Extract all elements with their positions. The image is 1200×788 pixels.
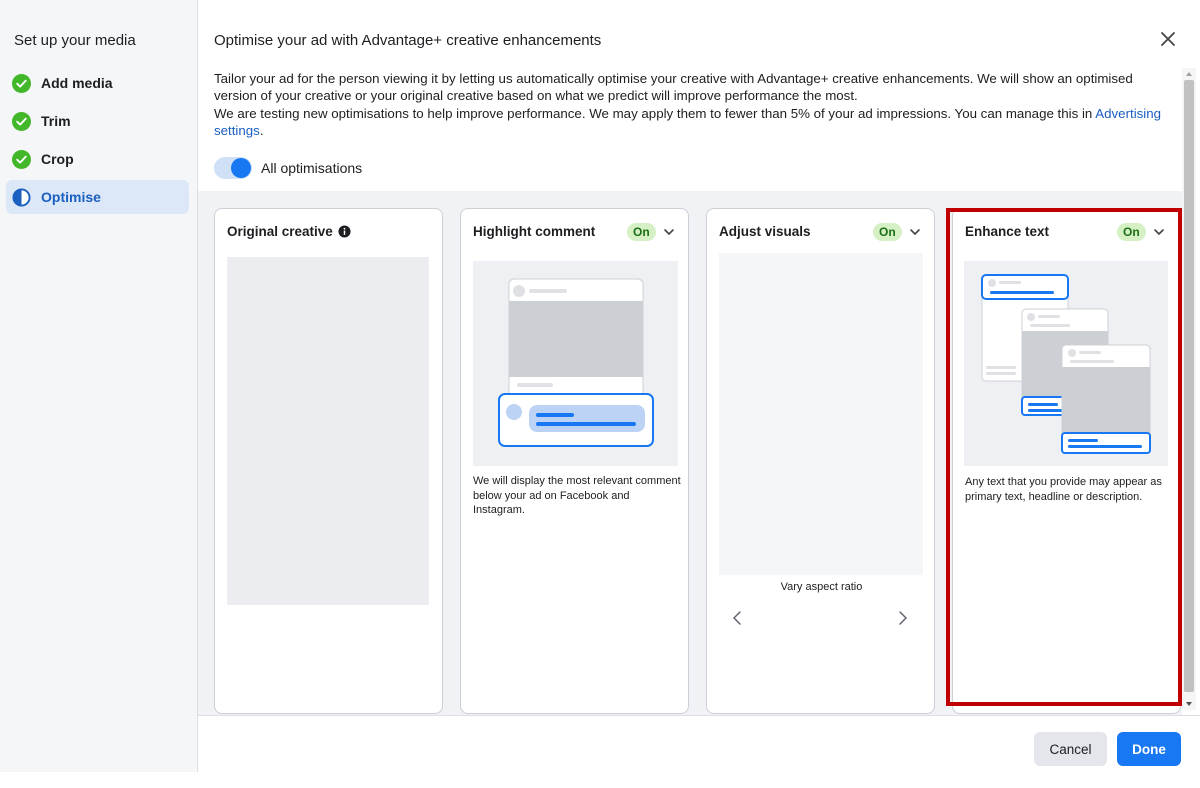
status-badge: On [1117,223,1146,241]
card-title: Adjust visuals [719,224,811,239]
description: Tailor your ad for the person viewing it… [214,70,1174,139]
step-trim[interactable]: Trim [6,104,189,138]
chevron-down-icon[interactable] [1152,225,1166,239]
check-circle-icon [12,111,31,131]
step-optimise[interactable]: Optimise [6,180,189,214]
check-circle-icon [12,73,31,93]
adjust-visuals-preview [719,253,923,575]
scroll-down-arrow-icon[interactable] [1185,700,1193,708]
done-button[interactable]: Done [1117,732,1181,766]
step-label: Crop [41,150,74,167]
scroll-thumb[interactable] [1184,80,1194,692]
highlight-comment-illustration [473,261,678,466]
step-label: Add media [41,74,113,91]
card-description: Any text that you provide may appear as … [965,476,1162,503]
chevron-right-icon[interactable] [896,609,910,627]
scrollbar[interactable] [1182,68,1196,710]
cancel-button[interactable]: Cancel [1034,732,1107,766]
description-text-2: We are testing new optimisations to help… [214,105,1162,138]
card-title: Original creative [227,224,351,239]
all-optimisations-label: All optimisations [261,160,363,176]
chevron-left-icon[interactable] [730,609,744,627]
original-creative-preview [227,257,429,605]
sidebar-title: Set up your media [14,32,136,49]
card-highlight-comment: Highlight comment On We will display the… [460,208,689,714]
check-circle-icon [12,149,31,169]
scroll-up-arrow-icon[interactable] [1185,70,1193,78]
card-original-creative: Original creative [214,208,443,714]
half-circle-icon [12,187,31,207]
info-icon[interactable] [338,225,351,238]
sidebar: Set up your media Add media Trim Crop Op… [0,0,198,772]
status-badge: On [627,223,656,241]
enhance-text-illustration [964,261,1168,466]
all-optimisations-toggle[interactable] [214,157,252,179]
card-adjust-visuals: Adjust visuals On Vary aspect ratio [706,208,935,714]
step-label: Trim [41,112,71,129]
card-title: Enhance text [965,224,1050,239]
status-badge: On [873,223,902,241]
vary-aspect-ratio-caption: Vary aspect ratio [780,581,863,593]
card-title: Highlight comment [473,224,596,239]
toggle-knob [231,158,251,178]
card-enhance-text: Enhance text On Any text that you provid… [952,208,1181,714]
chevron-down-icon[interactable] [662,225,676,239]
modal-title: Optimise your ad with Advantage+ creativ… [214,32,602,49]
step-label: Optimise [41,188,101,205]
step-crop[interactable]: Crop [6,142,189,176]
chevron-down-icon[interactable] [908,225,922,239]
step-add-media[interactable]: Add media [6,66,189,100]
close-icon[interactable] [1159,30,1177,48]
all-optimisations-row: All optimisations [214,157,362,179]
card-description: We will display the most relevant commen… [473,475,681,516]
description-text-1: Tailor your ad for the person viewing it… [214,71,1133,104]
optimisation-cards-area: Original creative Highlight comment On W… [198,191,1182,715]
